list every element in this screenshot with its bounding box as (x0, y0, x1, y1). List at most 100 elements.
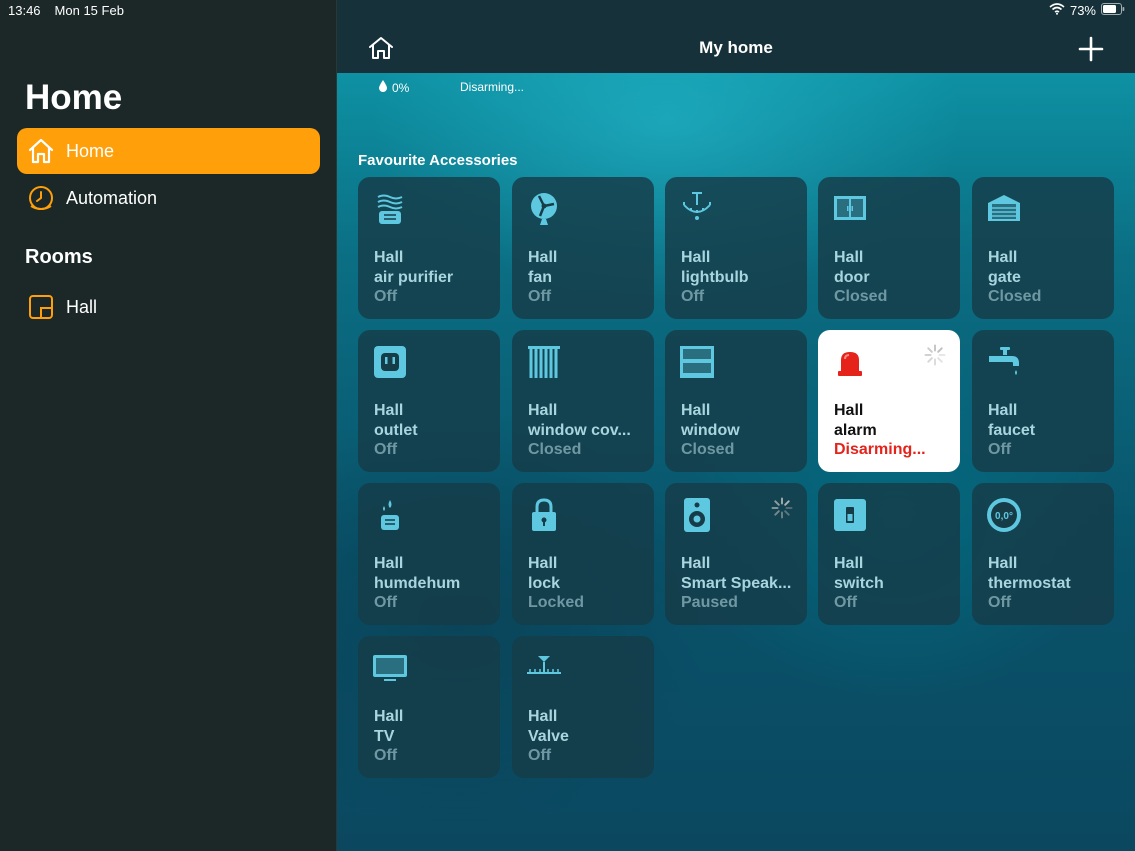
tile-room: Hall (834, 249, 864, 266)
tile-name: Hall switch (834, 554, 952, 594)
humidifier-icon (372, 497, 408, 533)
tile-room: Hall (834, 402, 864, 419)
tile-state: Off (988, 594, 1012, 611)
add-icon[interactable] (1077, 35, 1105, 63)
accessory-tile-window[interactable]: Hall window Closed (665, 330, 807, 472)
tile-name: Hall humdehum (374, 554, 492, 594)
tile-room: Hall (681, 402, 711, 419)
sidebar-title: Home (25, 78, 123, 117)
section-title: Favourite Accessories (358, 152, 518, 169)
wifi-icon (1049, 3, 1065, 18)
faucet-icon (986, 344, 1022, 380)
tile-state: Off (374, 594, 398, 611)
alarm-summary-value: Disarming... (460, 80, 525, 94)
accessory-tile-valve[interactable]: Hall Valve Off (512, 636, 654, 778)
tile-accessory-name: Valve (528, 728, 569, 745)
accessory-tile-gate[interactable]: Hall gate Closed (972, 177, 1114, 319)
sidebar-item-automation[interactable]: Automation (17, 175, 320, 221)
tile-name: Hall window cov... (528, 401, 646, 441)
accessory-tile-lightbulb[interactable]: Hall lightbulb Off (665, 177, 807, 319)
tile-room: Hall (374, 249, 404, 266)
outlet-icon (372, 344, 408, 380)
speaker-icon (679, 497, 715, 533)
tile-state: Off (374, 441, 398, 458)
tile-name: Hall Smart Speak... (681, 554, 799, 594)
sidebar-item-home[interactable]: Home (17, 128, 320, 174)
droplet-icon (378, 80, 388, 95)
sidebar-item-label: Automation (66, 187, 158, 208)
accessory-tile-switch[interactable]: Hall switch Off (818, 483, 960, 625)
status-bar-left: 13:46 Mon 15 Feb (8, 3, 124, 18)
tile-state: Paused (681, 594, 738, 611)
tile-name: Hall outlet (374, 401, 492, 441)
tv-icon (372, 650, 408, 686)
tile-state: Off (681, 288, 705, 305)
tile-accessory-name: lightbulb (681, 269, 749, 286)
accessory-tile-outlet[interactable]: Hall outlet Off (358, 330, 500, 472)
loading-spinner-icon (924, 344, 946, 366)
status-bar-right: 73% (1049, 3, 1125, 18)
tile-state: Closed (834, 288, 888, 305)
tile-name: Hall alarm (834, 401, 952, 441)
tile-accessory-name: lock (528, 575, 561, 592)
accessory-tile-faucet[interactable]: Hall faucet Off (972, 330, 1114, 472)
clock-icon (27, 184, 55, 212)
valve-icon (526, 650, 562, 686)
sidebar-item-label: Home (66, 140, 115, 161)
accessory-tile-smart-speak[interactable]: Hall Smart Speak... Paused (665, 483, 807, 625)
tile-accessory-name: TV (374, 728, 395, 745)
tile-accessory-name: window (681, 422, 740, 439)
accessory-tile-air-purifier[interactable]: Hall air purifier Off (358, 177, 500, 319)
sidebar-item-hall[interactable]: Hall (17, 284, 320, 330)
tile-accessory-name: thermostat (988, 575, 1071, 592)
tile-room: Hall (988, 555, 1018, 572)
window-icon (679, 344, 715, 380)
accessory-tile-tv[interactable]: Hall TV Off (358, 636, 500, 778)
tile-state: Off (374, 288, 398, 305)
tile-name: Hall air purifier (374, 248, 492, 288)
tile-room: Hall (988, 402, 1018, 419)
sidebar: 13:46 Mon 15 Feb Home Home Automation Ro… (0, 0, 337, 851)
tile-accessory-name: alarm (834, 422, 877, 439)
status-time: 13:46 (8, 3, 41, 18)
air-purifier-icon (372, 191, 408, 227)
room-icon (27, 293, 55, 321)
loading-spinner-icon (771, 497, 793, 519)
tile-state: Off (374, 747, 398, 764)
tile-state: Off (528, 747, 552, 764)
tile-room: Hall (528, 402, 558, 419)
tile-room: Hall (374, 555, 404, 572)
sidebar-item-label: Hall (66, 296, 98, 317)
tile-name: Hall fan (528, 248, 646, 288)
accessory-tile-fan[interactable]: Hall fan Off (512, 177, 654, 319)
accessory-tile-thermostat[interactable]: 0,0° Hall thermostat Off (972, 483, 1114, 625)
tile-state: Closed (988, 288, 1042, 305)
tile-accessory-name: Smart Speak... (681, 575, 792, 592)
tile-room: Hall (374, 708, 404, 725)
page-title: My home (699, 38, 773, 57)
accessory-tile-lock[interactable]: Hall lock Locked (512, 483, 654, 625)
tile-state: Locked (528, 594, 585, 611)
tile-state: Off (834, 594, 858, 611)
tile-accessory-name: window cov... (528, 422, 631, 439)
accessory-tile-window-cov[interactable]: Hall window cov... Closed (512, 330, 654, 472)
tile-name: Hall TV (374, 707, 492, 747)
accessory-tile-alarm[interactable]: Hall alarm Disarming... (818, 330, 960, 472)
humidity-summary[interactable]: 0% (378, 80, 409, 95)
tile-room: Hall (834, 555, 864, 572)
thermostat-readout: 0,0° (995, 511, 1013, 522)
tile-accessory-name: air purifier (374, 269, 454, 286)
lock-icon (526, 497, 562, 533)
accessory-tile-door[interactable]: Hall door Closed (818, 177, 960, 319)
tile-room: Hall (528, 708, 558, 725)
tile-accessory-name: switch (834, 575, 884, 592)
tile-accessory-name: humdehum (374, 575, 461, 592)
alarm-summary[interactable]: Disarming... (460, 80, 524, 94)
tile-room: Hall (681, 249, 711, 266)
thermostat-icon: 0,0° (986, 497, 1022, 533)
house-icon (27, 137, 55, 165)
tile-state: Closed (681, 441, 735, 458)
garage-gate-icon (986, 191, 1022, 227)
accessory-tile-humdehum[interactable]: Hall humdehum Off (358, 483, 500, 625)
tile-accessory-name: door (834, 269, 870, 286)
